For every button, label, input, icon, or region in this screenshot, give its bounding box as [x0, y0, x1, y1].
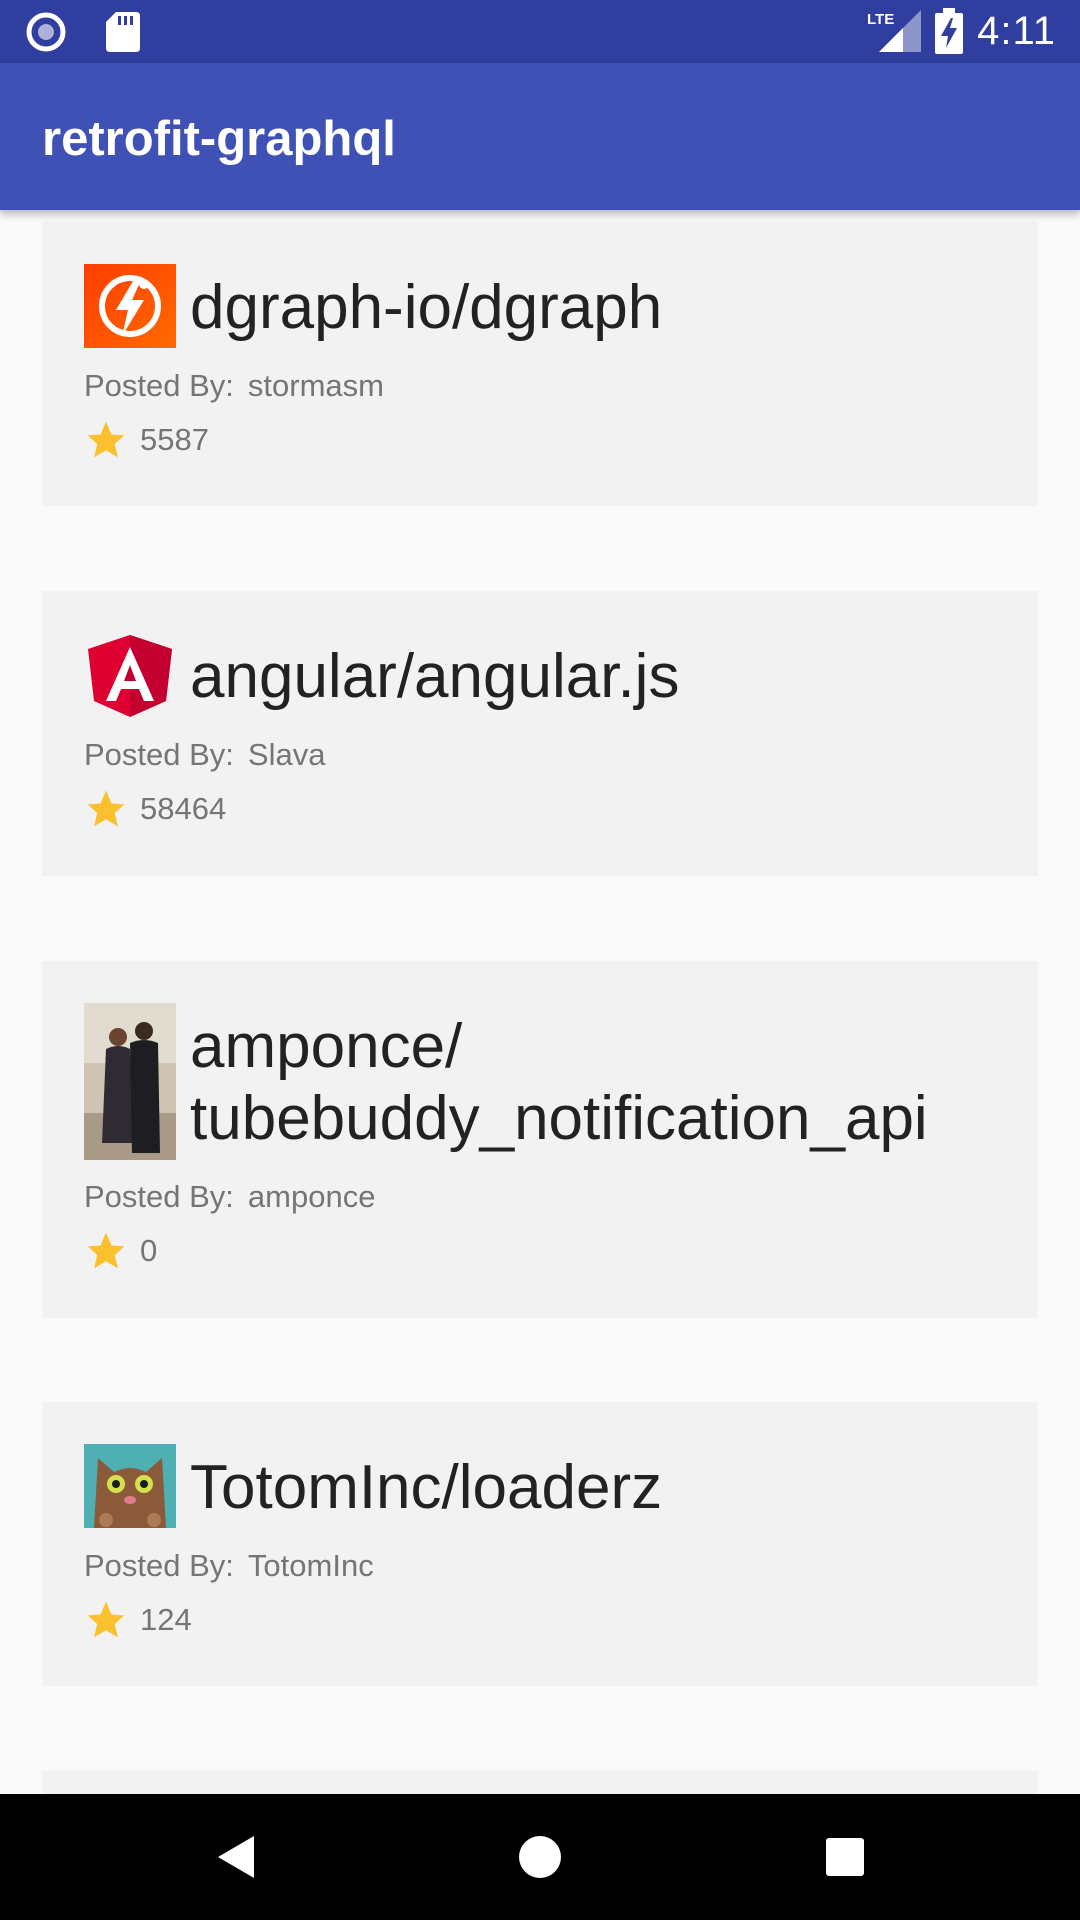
author-name[interactable]: amponce	[248, 1179, 376, 1214]
posted-by-label: Posted By:	[84, 1548, 234, 1583]
star-icon	[87, 1232, 125, 1269]
user-photo-icon	[84, 1003, 176, 1160]
back-button[interactable]	[212, 1832, 262, 1882]
posted-by: Posted By: TotomInc	[84, 1548, 374, 1584]
angular-logo-icon	[88, 635, 172, 717]
repo-name[interactable]: angular/angular.js	[190, 641, 998, 713]
repo-card[interactable]: TotomInc/loaderz Posted By: TotomInc 124	[42, 1402, 1038, 1686]
repo-name[interactable]: dgraph-io/dgraph	[190, 272, 998, 344]
home-button[interactable]	[515, 1832, 565, 1882]
star-count-value: 58464	[140, 791, 227, 826]
star-icon	[87, 421, 125, 458]
star-count: 58464	[84, 787, 226, 831]
author-name[interactable]: TotomInc	[248, 1548, 374, 1583]
recents-button[interactable]	[820, 1832, 870, 1882]
repo-card[interactable]	[42, 1771, 1038, 1794]
author-name[interactable]: stormasm	[248, 368, 384, 403]
app-title: retrofit-graphql	[42, 112, 396, 166]
status-time: 4:11	[977, 8, 1056, 53]
lte-label: LTE	[867, 11, 894, 28]
repo-card[interactable]: dgraph-io/dgraph Posted By: stormasm 5587	[42, 222, 1038, 506]
sd-card-icon	[106, 12, 140, 52]
star-count: 124	[84, 1598, 192, 1642]
star-count-value: 124	[140, 1602, 192, 1637]
star-icon	[87, 1601, 125, 1638]
star-count-value: 5587	[140, 422, 209, 457]
posted-by: Posted By: stormasm	[84, 368, 384, 404]
app-bar: retrofit-graphql	[0, 63, 1080, 210]
repo-card[interactable]: amponce/ tubebuddy_notification_api Post…	[42, 961, 1038, 1318]
posted-by: Posted By: amponce	[84, 1179, 375, 1215]
status-bar: LTE 4:11	[0, 0, 1080, 63]
star-count: 0	[84, 1229, 157, 1273]
posted-by-label: Posted By:	[84, 1179, 234, 1214]
lte-signal-icon: LTE	[867, 10, 922, 52]
star-count-value: 0	[140, 1233, 158, 1268]
repo-name-line: amponce/	[190, 1012, 463, 1081]
star-icon	[87, 790, 125, 827]
record-icon	[26, 12, 66, 52]
repo-card[interactable]: angular/angular.js Posted By: Slava 58464	[42, 591, 1038, 876]
battery-charging-icon	[935, 8, 964, 54]
posted-by-label: Posted By:	[84, 737, 234, 772]
repo-name[interactable]: TotomInc/loaderz	[190, 1452, 998, 1524]
repo-name[interactable]: amponce/ tubebuddy_notification_api	[190, 1011, 998, 1155]
posted-by: Posted By: Slava	[84, 737, 325, 773]
star-count: 5587	[84, 418, 209, 462]
navigation-bar	[0, 1794, 1080, 1920]
dgraph-logo-icon	[84, 264, 176, 348]
repo-name-line: tubebuddy_notification_api	[190, 1084, 928, 1153]
posted-by-label: Posted By:	[84, 368, 234, 403]
cat-avatar-icon	[84, 1444, 176, 1528]
author-name[interactable]: Slava	[248, 737, 326, 772]
repo-list[interactable]: dgraph-io/dgraph Posted By: stormasm 5587…	[0, 210, 1080, 1794]
